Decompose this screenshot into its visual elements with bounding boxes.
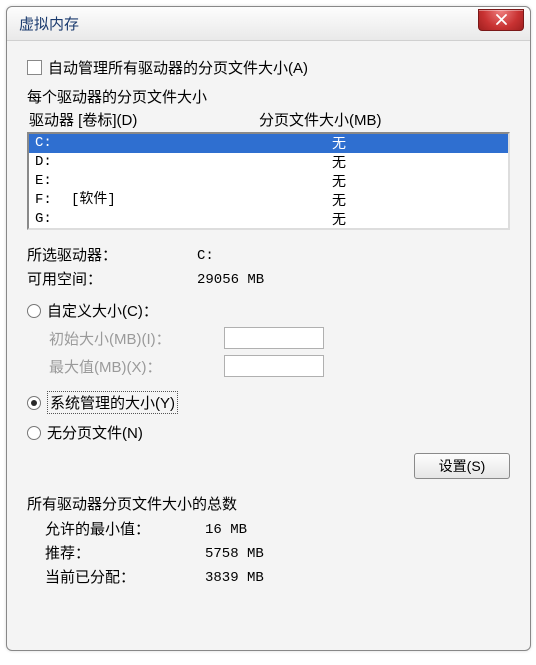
drive-volume-label (71, 172, 332, 191)
min-row: 允许的最小值： 16 MB (27, 518, 510, 542)
set-button-label: 设置(S) (439, 456, 486, 476)
set-button[interactable]: 设置(S) (414, 453, 510, 479)
drive-list[interactable]: C:无D:无E:无F:[软件]无G:无 (27, 132, 510, 230)
max-size-label: 最大值(MB)(X)： (49, 356, 224, 377)
titlebar: 虚拟内存 (7, 7, 530, 41)
set-button-row: 设置(S) (27, 453, 510, 479)
auto-manage-checkbox[interactable] (27, 60, 42, 75)
summary-title: 所有驱动器分页文件大小的总数 (27, 493, 510, 514)
drive-size: 无 (332, 153, 502, 172)
col-size-label: 分页文件大小(MB) (259, 109, 508, 130)
current-label: 当前已分配： (45, 566, 205, 590)
drive-letter: D: (35, 153, 71, 172)
drive-size: 无 (332, 191, 502, 210)
initial-size-input[interactable] (224, 327, 324, 349)
col-drive-label: 驱动器 [卷标](D) (29, 109, 259, 130)
drive-volume-label: [软件] (71, 191, 332, 210)
virtual-memory-dialog: 虚拟内存 自动管理所有驱动器的分页文件大小(A) 每个驱动器的分页文件大小 驱动… (6, 6, 531, 651)
recommend-value: 5758 MB (205, 542, 264, 566)
min-value: 16 MB (205, 518, 247, 542)
per-drive-header: 每个驱动器的分页文件大小 (27, 86, 510, 107)
drive-size: 无 (332, 210, 502, 229)
drive-letter: E: (35, 172, 71, 191)
drive-letter: G: (35, 210, 71, 229)
auto-manage-label: 自动管理所有驱动器的分页文件大小(A) (48, 57, 308, 78)
recommend-row: 推荐： 5758 MB (27, 542, 510, 566)
min-label: 允许的最小值： (45, 518, 205, 542)
drive-letter: F: (35, 191, 71, 210)
initial-size-label: 初始大小(MB)(I)： (49, 328, 224, 349)
drive-letter: C: (35, 134, 71, 153)
window-title: 虚拟内存 (19, 13, 478, 34)
initial-size-row: 初始大小(MB)(I)： (27, 327, 510, 349)
max-size-row: 最大值(MB)(X)： (27, 355, 510, 377)
drive-row[interactable]: G: 无 (29, 210, 508, 229)
free-space-label: 可用空间： (27, 268, 197, 292)
drive-volume-label (71, 153, 332, 172)
drive-volume-label (71, 210, 332, 229)
close-icon (496, 14, 507, 25)
drive-size: 无 (332, 172, 502, 191)
no-paging-row: 无分页文件(N) (27, 422, 510, 443)
custom-size-row: 自定义大小(C)： (27, 300, 510, 321)
drive-size: 无 (332, 134, 502, 153)
no-paging-label: 无分页文件(N) (47, 422, 143, 443)
system-managed-label: 系统管理的大小(Y) (47, 391, 178, 414)
drive-volume-label (71, 134, 332, 153)
selected-drive-row: 所选驱动器： C: (27, 244, 510, 268)
no-paging-radio[interactable] (27, 426, 41, 440)
max-size-input[interactable] (224, 355, 324, 377)
drive-row[interactable]: D: 无 (29, 153, 508, 172)
dialog-content: 自动管理所有驱动器的分页文件大小(A) 每个驱动器的分页文件大小 驱动器 [卷标… (7, 41, 530, 600)
selected-drive-label: 所选驱动器： (27, 244, 197, 268)
drive-row[interactable]: C: 无 (29, 134, 508, 153)
custom-size-radio[interactable] (27, 304, 41, 318)
system-managed-radio[interactable] (27, 396, 41, 410)
selected-drive-value: C: (197, 244, 214, 268)
custom-size-label: 自定义大小(C)： (47, 300, 158, 321)
close-button[interactable] (478, 9, 524, 31)
drive-row[interactable]: F:[软件]无 (29, 191, 508, 210)
drive-row[interactable]: E: 无 (29, 172, 508, 191)
current-value: 3839 MB (205, 566, 264, 590)
current-row: 当前已分配： 3839 MB (27, 566, 510, 590)
system-managed-row: 系统管理的大小(Y) (27, 391, 510, 414)
recommend-label: 推荐： (45, 542, 205, 566)
free-space-value: 29056 MB (197, 268, 264, 292)
auto-manage-row: 自动管理所有驱动器的分页文件大小(A) (27, 57, 510, 78)
drive-list-headers: 驱动器 [卷标](D) 分页文件大小(MB) (27, 109, 510, 130)
free-space-row: 可用空间： 29056 MB (27, 268, 510, 292)
